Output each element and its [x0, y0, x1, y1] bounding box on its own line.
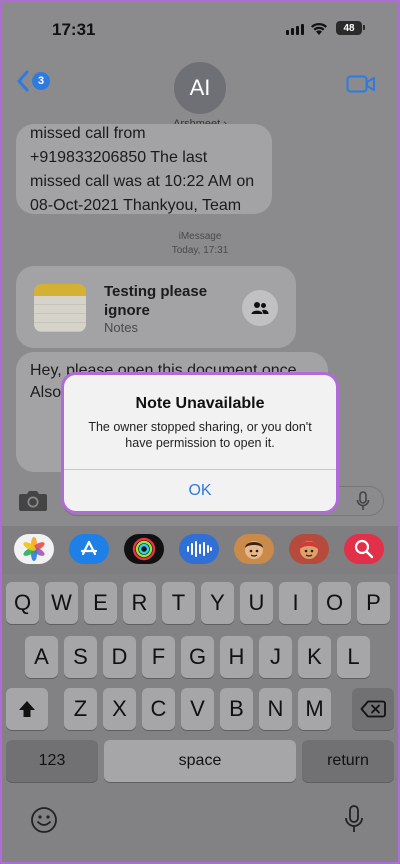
video-call-icon[interactable]: [346, 74, 376, 99]
key-z[interactable]: Z: [64, 688, 97, 730]
alert-dialog: Note Unavailable The owner stopped shari…: [64, 375, 336, 511]
ok-button[interactable]: OK: [64, 470, 336, 511]
unread-badge: 3: [32, 72, 50, 90]
dialog-message: The owner stopped sharing, or you don't …: [88, 420, 312, 450]
memoji-icon[interactable]: [234, 534, 274, 564]
key-a[interactable]: A: [25, 636, 58, 678]
key-o[interactable]: O: [318, 582, 351, 624]
message-meta: iMessage Today, 17:31: [0, 230, 400, 258]
shift-icon: [19, 701, 35, 717]
activity-icon[interactable]: [124, 534, 164, 564]
note-card[interactable]: Testing please ignore Notes: [16, 266, 296, 348]
key-v[interactable]: V: [181, 688, 214, 730]
key-i[interactable]: I: [279, 582, 312, 624]
message-bubble[interactable]: missed call from +919833206850 The last …: [16, 124, 272, 214]
key-y[interactable]: Y: [201, 582, 234, 624]
microphone-icon[interactable]: [356, 491, 370, 516]
key-d[interactable]: D: [103, 636, 136, 678]
app-strip: [0, 526, 400, 574]
app-store-icon[interactable]: [69, 534, 109, 564]
key-g[interactable]: G: [181, 636, 214, 678]
key-w[interactable]: W: [45, 582, 78, 624]
web-search-icon[interactable]: [344, 534, 384, 564]
return-key[interactable]: return: [302, 740, 394, 782]
memoji-2-icon[interactable]: [289, 534, 329, 564]
delete-key[interactable]: [352, 688, 394, 730]
space-key[interactable]: space: [104, 740, 296, 782]
key-m[interactable]: M: [298, 688, 331, 730]
key-x[interactable]: X: [103, 688, 136, 730]
battery-icon: 48: [336, 21, 365, 35]
shift-key[interactable]: [6, 688, 48, 730]
key-n[interactable]: N: [259, 688, 292, 730]
signal-icon: [286, 24, 304, 35]
key-e[interactable]: E: [84, 582, 117, 624]
shared-people-icon[interactable]: [242, 290, 278, 326]
chevron-left-icon: [17, 70, 29, 92]
dictation-icon[interactable]: [344, 804, 364, 839]
key-s[interactable]: S: [64, 636, 97, 678]
numbers-key[interactable]: 123: [6, 740, 98, 782]
keyboard: Q W E R T Y U I O P A S D F G H J K L Z …: [0, 574, 400, 864]
key-r[interactable]: R: [123, 582, 156, 624]
key-b[interactable]: B: [220, 688, 253, 730]
message-text: missed call from +919833206850 The last …: [30, 125, 255, 214]
service-label: iMessage: [178, 231, 222, 242]
photos-icon[interactable]: [14, 534, 54, 564]
notes-app-icon: [34, 284, 86, 332]
dialog-title: Note Unavailable: [135, 395, 265, 412]
wifi-icon: [310, 22, 328, 41]
note-app-label: Notes: [104, 320, 138, 335]
key-k[interactable]: K: [298, 636, 331, 678]
emoji-icon[interactable]: [30, 806, 58, 839]
key-p[interactable]: P: [357, 582, 390, 624]
backspace-icon: [360, 700, 386, 718]
audio-icon[interactable]: [179, 534, 219, 564]
timestamp: Today, 17:31: [171, 245, 229, 256]
back-button[interactable]: 3: [16, 70, 50, 92]
status-bar: 17:31 48: [0, 0, 400, 60]
key-c[interactable]: C: [142, 688, 175, 730]
key-h[interactable]: H: [220, 636, 253, 678]
status-time: 17:31: [52, 20, 96, 39]
avatar[interactable]: AI: [174, 62, 226, 114]
camera-icon[interactable]: [18, 488, 48, 517]
key-t[interactable]: T: [162, 582, 195, 624]
key-l[interactable]: L: [337, 636, 370, 678]
key-f[interactable]: F: [142, 636, 175, 678]
key-j[interactable]: J: [259, 636, 292, 678]
note-title: Testing please ignore: [104, 283, 208, 319]
key-u[interactable]: U: [240, 582, 273, 624]
key-q[interactable]: Q: [6, 582, 39, 624]
